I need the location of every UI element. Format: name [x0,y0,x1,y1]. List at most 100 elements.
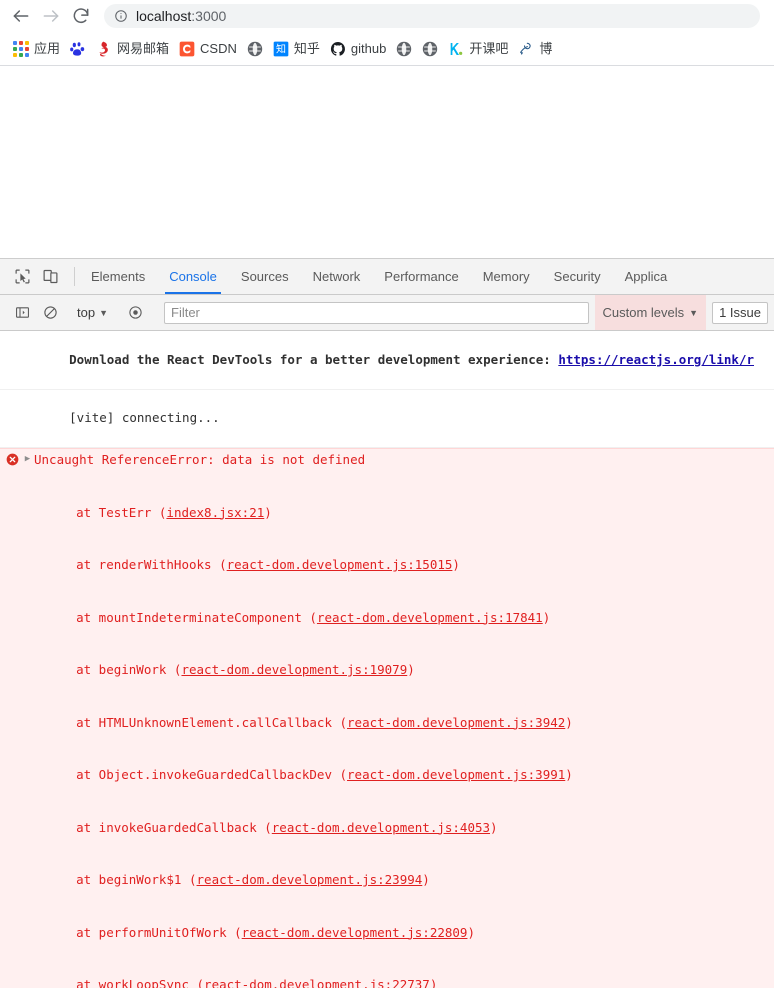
bokeyuan-icon [520,42,532,55]
zhihu-icon: 知 [273,41,289,56]
stack-frame: at HTMLUnknownElement.callCallback (reac… [46,714,774,732]
stack-frame: at Object.invokeGuardedCallbackDev (reac… [46,766,774,784]
stack-link[interactable]: react-dom.development.js:15015 [227,557,453,572]
stack-link[interactable]: react-dom.development.js:22809 [242,925,468,940]
chevron-down-icon: ▼ [99,307,108,318]
stack-link[interactable]: react-dom.development.js:3942 [347,715,565,730]
error-badge-icon [6,453,19,466]
globe-icon [397,41,412,56]
execution-context-select[interactable]: top ▼ [73,305,112,320]
stack-fn: at TestErr ( [46,504,167,520]
log-levels-select[interactable]: Custom levels ▼ [594,295,707,330]
stack-tail: ) [429,977,438,988]
log-levels-value: Custom levels [602,305,685,320]
console-message-list[interactable]: Download the React DevTools for a better… [0,331,774,988]
tab-label: Memory [482,269,530,284]
filter-input[interactable] [164,301,589,324]
tab-console[interactable]: Console [157,259,229,294]
bookmark-globe-2[interactable] [391,37,417,61]
bookmark-github[interactable]: github [325,37,391,61]
stack-fn: at beginWork$1 ( [46,872,197,887]
stack-fn: at HTMLUnknownElement.callCallback ( [46,714,348,730]
console-sidebar-icon[interactable] [8,299,36,327]
stack-fn: at workLoopSync ( [46,977,205,988]
tab-label: Security [553,269,601,284]
live-expression-icon[interactable] [121,299,149,327]
issues-counter[interactable]: 1 Issue [712,301,768,324]
forward-button[interactable] [36,1,66,31]
stack-link[interactable]: react-dom.development.js:22737 [204,977,430,988]
github-icon [330,41,345,56]
device-toolbar-icon[interactable] [36,263,64,291]
tab-label: Sources [240,269,289,284]
execution-context-value: top [77,305,96,320]
stack-link[interactable]: react-dom.development.js:23994 [197,872,423,887]
tab-application[interactable]: Applica [613,259,680,294]
bookmark-bokeyuan[interactable]: 博 [513,37,557,61]
bookmark-netease-mail[interactable]: 网易邮箱 [91,37,174,61]
reload-button[interactable] [66,1,96,31]
stack-frame: at TestErr (index8.jsx:21) [46,504,774,522]
stack-frame: at invokeGuardedCallback (react-dom.deve… [46,819,774,837]
url-port: :3000 [191,8,227,24]
svg-text:知: 知 [276,42,286,55]
message-text: Download the React DevTools for a better… [69,351,559,367]
devtools-tool-icons [0,259,70,294]
bookmark-label: 网易邮箱 [117,40,170,56]
stack-fn: at invokeGuardedCallback ( [46,819,272,835]
tab-label: Network [312,269,361,284]
console-error-message[interactable]: ▶ Uncaught ReferenceError: data is not d… [0,448,774,988]
bookmark-baidu[interactable] [65,37,91,61]
console-message[interactable]: Download the React DevTools for a better… [0,331,774,390]
expand-triangle-icon[interactable]: ▶ [22,451,33,469]
console-message[interactable]: [vite] connecting... [0,390,774,448]
netease-mail-icon [99,41,108,56]
bookmark-label: 应用 [34,40,61,56]
tab-elements[interactable]: Elements [79,259,157,294]
csdn-icon [179,41,195,56]
tab-network[interactable]: Network [301,259,373,294]
stack-link[interactable]: react-dom.development.js:3991 [347,767,565,782]
stack-fn: at performUnitOfWork ( [46,924,242,940]
address-bar[interactable]: localhost:3000 [104,4,760,28]
bookmark-globe-1[interactable] [242,37,268,61]
page-viewport [0,66,774,258]
bookmark-globe-3[interactable] [417,37,443,61]
tab-label: Applica [624,269,668,284]
tab-memory[interactable]: Memory [471,259,542,294]
url-host: localhost [136,8,192,24]
tab-label: Performance [384,269,459,284]
stack-link[interactable]: react-dom.development.js:19079 [181,662,407,677]
message-link[interactable]: https://reactjs.org/link/r [558,352,754,367]
stack-tail: ) [407,662,415,677]
bookmarks-bar: 应用 网易邮箱 CSDN 知 知乎 github 开课吧 博 [0,32,774,66]
bookmark-csdn[interactable]: CSDN [174,37,242,61]
stack-tail: ) [565,714,573,730]
tab-performance[interactable]: Performance [372,259,470,294]
info-circle-icon[interactable] [114,9,128,23]
bookmark-label: 开课吧 [469,40,509,56]
issues-label: 1 Issue [719,305,761,320]
stack-tail: ) [467,924,475,940]
bookmark-label: 博 [539,40,553,56]
stack-frame: at beginWork$1 (react-dom.development.js… [46,871,774,889]
stack-frame: at performUnitOfWork (react-dom.developm… [46,924,774,942]
kaikeba-icon [450,42,463,55]
stack-fn: at beginWork ( [46,662,182,677]
tab-sources[interactable]: Sources [229,259,301,294]
bookmark-apps[interactable]: 应用 [8,37,65,61]
clear-console-icon[interactable] [36,299,64,327]
back-button[interactable] [6,1,36,31]
stack-link[interactable]: index8.jsx:21 [166,505,264,520]
bookmark-kaikeba[interactable]: 开课吧 [443,37,513,61]
console-toolbar: top ▼ Custom levels ▼ 1 Issue [0,295,774,331]
stack-link[interactable]: react-dom.development.js:17841 [317,610,543,625]
stack-tail: ) [490,819,498,835]
browser-toolbar: localhost:3000 [0,0,774,32]
toolbar-divider [74,267,75,286]
bookmark-zhihu[interactable]: 知 知乎 [268,37,325,61]
inspect-element-icon[interactable] [8,263,36,291]
tab-security[interactable]: Security [542,259,613,294]
stack-link[interactable]: react-dom.development.js:4053 [272,820,490,835]
error-header[interactable]: ▶ Uncaught ReferenceError: data is not d… [0,451,774,469]
